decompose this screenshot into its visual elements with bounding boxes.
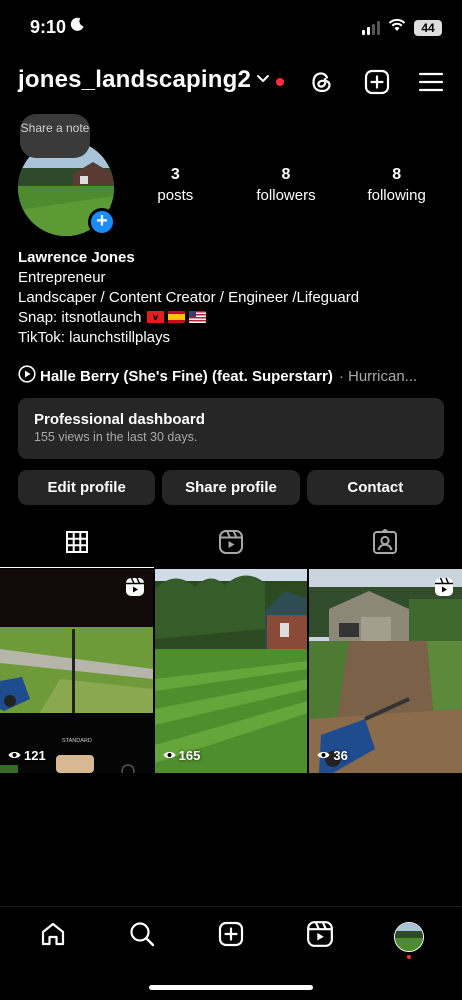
cellular-signal-icon (362, 20, 380, 35)
create-icon (217, 920, 245, 953)
albania-flag-icon (147, 311, 165, 323)
nav-profile[interactable] (389, 917, 429, 959)
reels-icon (306, 920, 334, 953)
edit-profile-button[interactable]: Edit profile (18, 470, 156, 505)
song-title: Halle Berry (She's Fine) (feat. Supersta… (40, 367, 333, 385)
display-name: Lawrence Jones (18, 249, 135, 266)
view-count-value: 121 (24, 748, 46, 763)
bio-line-tiktok: TikTok: launchstillplays (18, 329, 170, 346)
home-indicator[interactable] (149, 985, 313, 990)
add-story-icon[interactable]: + (88, 208, 116, 236)
view-count: 121 (8, 748, 46, 763)
eye-icon (8, 748, 21, 763)
bio-line-snap: Snap: itsnotlaunch (18, 308, 448, 328)
play-icon[interactable] (18, 365, 36, 387)
posts-count: 3 (170, 166, 180, 183)
reel-badge-icon (434, 577, 454, 602)
followers-label: followers (256, 187, 316, 204)
posts-grid: STANDARD 121 165 36 (0, 569, 462, 773)
dashboard-title: Professional dashboard (34, 411, 205, 428)
post-thumbnail[interactable]: 36 (309, 569, 462, 773)
song-artist: · Hurrican... (338, 367, 418, 385)
tab-posts-grid[interactable] (0, 520, 154, 568)
threads-icon[interactable] (308, 68, 336, 96)
contact-button[interactable]: Contact (306, 470, 444, 505)
posts-label: posts (157, 187, 194, 204)
category-label: Entrepreneur (18, 269, 106, 286)
profile-stats: 3 posts 8 followers 8 following (120, 166, 452, 204)
thumbnail-overlay-text: STANDARD (62, 738, 92, 744)
profile-tabs (0, 520, 462, 568)
share-profile-button[interactable]: Share profile (162, 470, 300, 505)
wifi-icon (388, 18, 406, 37)
share-note-bubble[interactable]: Share a note (20, 114, 90, 158)
spain-flag-icon (168, 311, 186, 323)
following-label: following (367, 187, 426, 204)
snap-text: Snap: itsnotlaunch (18, 309, 142, 326)
dashboard-subtitle: 155 views in the last 30 days. (34, 430, 198, 444)
moon-icon (70, 17, 85, 37)
username-switcher[interactable]: jones_landscaping2 (18, 66, 251, 94)
clock: 9:10 (30, 17, 67, 37)
view-count-value: 165 (178, 748, 201, 763)
reel-badge-icon (125, 577, 145, 602)
nav-home[interactable] (33, 917, 73, 957)
status-bar: 9:10 44 (0, 0, 462, 56)
nav-create[interactable] (211, 917, 251, 957)
reels-icon (218, 529, 244, 560)
usa-flag-icon (189, 311, 207, 323)
profile-bio: Lawrence Jones Entrepreneur Landscaper /… (18, 248, 448, 348)
post-thumbnail[interactable]: 165 (154, 569, 308, 773)
following-stat[interactable]: 8 following (342, 166, 452, 204)
view-count: 165 (163, 748, 201, 763)
profile-actions: Edit profile Share profile Contact (18, 470, 444, 505)
eye-icon (317, 748, 330, 763)
profile-music[interactable]: Halle Berry (She's Fine) (feat. Supersta… (18, 365, 448, 387)
chevron-down-icon[interactable] (256, 72, 270, 91)
followers-count: 8 (281, 166, 291, 183)
tagged-icon (372, 528, 398, 560)
nav-reels[interactable] (300, 917, 340, 957)
grid-icon (65, 530, 89, 559)
home-icon (39, 920, 67, 953)
eye-icon (163, 748, 176, 763)
battery-icon: 44 (414, 19, 442, 36)
posts-stat[interactable]: 3 posts (120, 166, 230, 204)
view-count: 36 (317, 748, 348, 763)
professional-dashboard[interactable]: Professional dashboard 155 views in the … (18, 398, 444, 459)
bottom-navigation (0, 906, 462, 966)
menu-icon[interactable] (417, 68, 445, 96)
create-post-icon[interactable] (363, 68, 391, 96)
notification-dot (407, 954, 412, 959)
followers-stat[interactable]: 8 followers (231, 166, 341, 204)
following-count: 8 (392, 166, 402, 183)
tab-tagged[interactable] (308, 520, 462, 568)
view-count-value: 36 (333, 748, 348, 763)
nav-search[interactable] (122, 917, 162, 957)
tab-reels[interactable] (154, 520, 308, 568)
profile-header: jones_landscaping2 (0, 62, 462, 104)
search-icon (128, 920, 156, 953)
bio-line: Landscaper / Content Creator / Engineer … (18, 289, 360, 306)
notification-dot (276, 78, 284, 86)
post-thumbnail[interactable]: STANDARD 121 (0, 569, 153, 773)
profile-avatar-icon (394, 921, 425, 952)
